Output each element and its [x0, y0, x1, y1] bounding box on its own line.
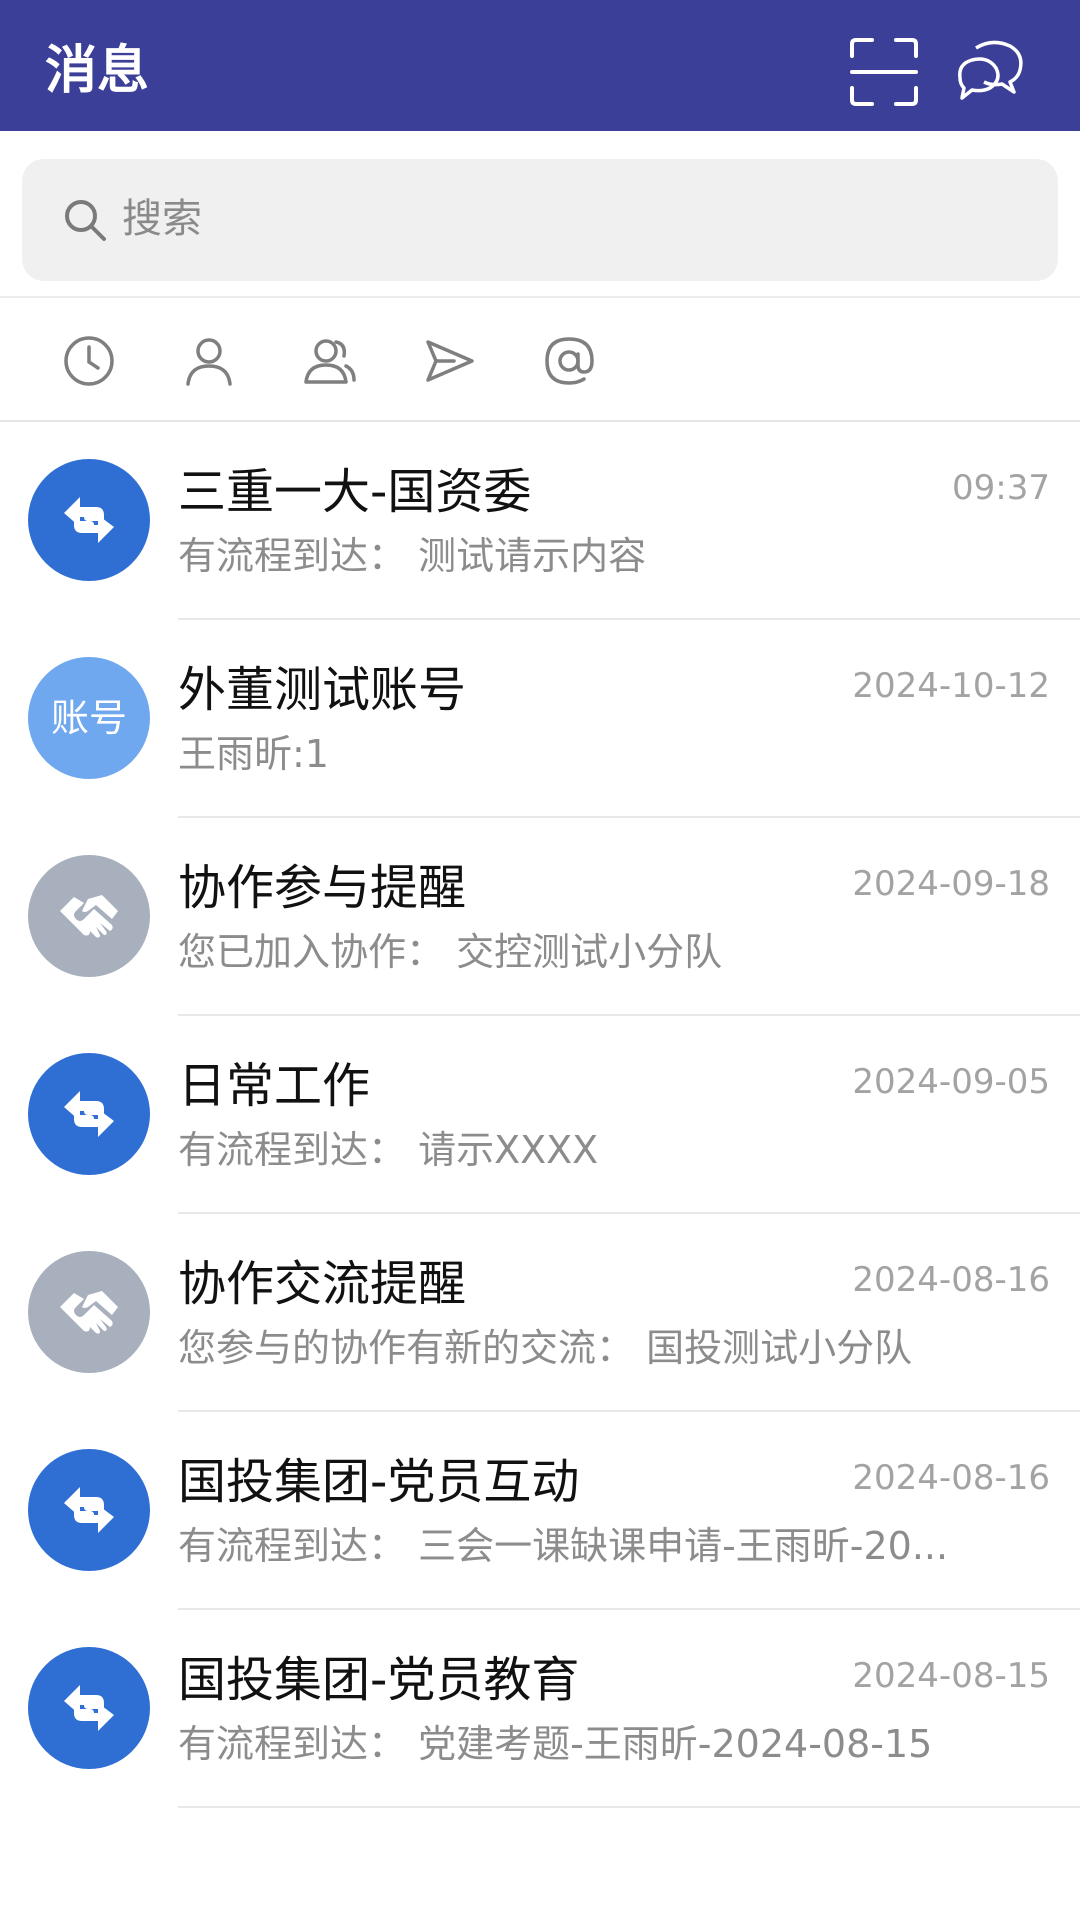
conversation-title: 日常工作 [178, 1058, 371, 1114]
filter-bar [0, 298, 1080, 422]
search-input[interactable]: 搜索 [22, 159, 1058, 281]
conversation-time: 2024-09-18 [852, 864, 1050, 904]
search-icon [62, 197, 108, 243]
conversation-preview: 有流程到达： 请示XXXX [178, 1128, 599, 1172]
conversation-item[interactable]: 协作交流提醒 2024-08-16 您参与的协作有新的交流： 国投测试小分队 [0, 1214, 1080, 1412]
chat-bubbles-icon[interactable] [952, 34, 1028, 110]
person-icon[interactable] [182, 334, 236, 388]
group-icon[interactable] [302, 334, 356, 388]
workflow-arrows-icon [64, 1685, 114, 1731]
conversation-time: 09:37 [952, 468, 1050, 508]
clock-icon[interactable] [62, 334, 116, 388]
conversation-item[interactable]: 国投集团-党员教育 2024-08-15 有流程到达： 党建考题-王雨昕-202… [0, 1610, 1080, 1808]
conversation-item[interactable]: 日常工作 2024-09-05 有流程到达： 请示XXXX [0, 1016, 1080, 1214]
avatar [28, 855, 150, 977]
workflow-arrows-icon [64, 497, 114, 543]
conversation-preview: 您参与的协作有新的交流： 国投测试小分队 [178, 1326, 913, 1370]
conversation-item[interactable]: 协作参与提醒 2024-09-18 您已加入协作： 交控测试小分队 [0, 818, 1080, 1016]
avatar: 账号 [28, 657, 150, 779]
conversation-time: 2024-09-05 [852, 1062, 1050, 1102]
conversation-item[interactable]: 账号 外董测试账号 2024-10-12 王雨昕:1 [0, 620, 1080, 818]
handshake-icon [60, 895, 118, 938]
conversation-preview: 有流程到达： 党建考题-王雨昕-2024-08-15 [178, 1722, 933, 1766]
workflow-arrows-icon [64, 1091, 114, 1137]
conversation-preview: 您已加入协作： 交控测试小分队 [178, 930, 723, 974]
workflow-arrows-icon [64, 1487, 114, 1533]
conversation-time: 2024-10-12 [852, 666, 1050, 706]
search-section: 搜索 [0, 131, 1080, 298]
conversation-time: 2024-08-16 [852, 1260, 1050, 1300]
avatar-text: 账号 [50, 696, 127, 740]
handshake-icon [60, 1291, 118, 1334]
conversation-title: 三重一大-国资委 [178, 464, 532, 520]
conversation-title: 外董测试账号 [178, 662, 467, 718]
conversation-item[interactable]: 国投集团-党员互动 2024-08-16 有流程到达： 三会一课缺课申请-王雨昕… [0, 1412, 1080, 1610]
at-icon[interactable] [542, 334, 596, 388]
send-icon[interactable] [422, 334, 476, 388]
search-placeholder: 搜索 [122, 196, 202, 242]
conversation-title: 协作交流提醒 [178, 1256, 467, 1312]
conversation-title: 国投集团-党员教育 [178, 1652, 580, 1708]
conversation-title: 协作参与提醒 [178, 860, 467, 916]
avatar [28, 1647, 150, 1769]
avatar [28, 1053, 150, 1175]
app-header: 消息 [0, 0, 1080, 131]
avatar [28, 459, 150, 581]
conversation-preview: 有流程到达： 测试请示内容 [178, 534, 647, 578]
conversation-time: 2024-08-16 [852, 1458, 1050, 1498]
page-title: 消息 [45, 41, 150, 101]
conversation-preview: 王雨昕:1 [178, 732, 329, 776]
conversation-item[interactable]: 三重一大-国资委 09:37 有流程到达： 测试请示内容 [0, 422, 1080, 620]
conversation-title: 国投集团-党员互动 [178, 1454, 580, 1510]
conversation-preview: 有流程到达： 三会一课缺课申请-王雨昕-20... [178, 1524, 949, 1568]
divider [178, 1806, 1080, 1808]
scan-icon[interactable] [846, 34, 922, 110]
avatar [28, 1251, 150, 1373]
conversation-time: 2024-08-15 [852, 1656, 1050, 1696]
conversation-list: 三重一大-国资委 09:37 有流程到达： 测试请示内容 账号 外董测试账号 2… [0, 422, 1080, 1808]
avatar [28, 1449, 150, 1571]
